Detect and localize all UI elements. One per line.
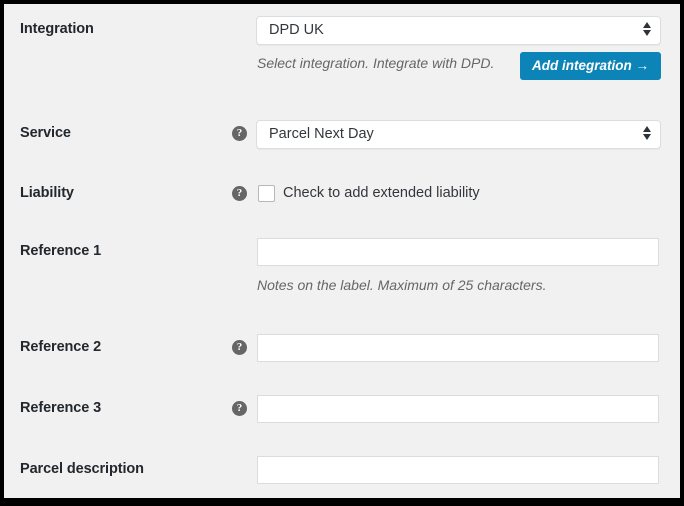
reference2-input-wrap[interactable]: [257, 334, 659, 362]
help-icon[interactable]: ?: [232, 186, 247, 201]
extended-liability-label[interactable]: Check to add extended liability: [283, 185, 480, 201]
add-integration-button[interactable]: Add integration →: [520, 52, 661, 80]
service-select[interactable]: Parcel Next Day: [256, 120, 661, 149]
reference3-label: Reference 3: [20, 400, 102, 416]
integration-select-value: DPD UK: [269, 22, 324, 38]
reference3-input[interactable]: [258, 396, 658, 422]
reference1-input-wrap[interactable]: [257, 238, 659, 266]
integration-label: Integration: [20, 21, 94, 37]
service-label: Service: [20, 125, 71, 141]
parcel-description-label: Parcel description: [20, 461, 144, 477]
extended-liability-checkbox[interactable]: [258, 185, 275, 202]
parcel-description-input[interactable]: [258, 457, 658, 483]
reference3-input-wrap[interactable]: [257, 395, 659, 423]
liability-label: Liability: [20, 185, 74, 201]
settings-panel: Integration DPD UK Select integration. I…: [4, 4, 680, 498]
help-icon[interactable]: ?: [232, 401, 247, 416]
service-select-value: Parcel Next Day: [269, 126, 374, 142]
integration-description: Select integration. Integrate with DPD.: [257, 55, 495, 71]
parcel-description-input-wrap[interactable]: [257, 456, 659, 484]
reference1-input[interactable]: [258, 239, 658, 265]
help-icon[interactable]: ?: [232, 126, 247, 141]
integration-select[interactable]: DPD UK: [256, 16, 661, 45]
reference1-label: Reference 1: [20, 243, 102, 259]
help-icon[interactable]: ?: [232, 340, 247, 355]
chevron-updown-icon: [642, 22, 651, 39]
reference2-input[interactable]: [258, 335, 658, 361]
chevron-updown-icon: [642, 126, 651, 143]
reference1-description: Notes on the label. Maximum of 25 charac…: [257, 277, 547, 293]
reference2-label: Reference 2: [20, 339, 102, 355]
